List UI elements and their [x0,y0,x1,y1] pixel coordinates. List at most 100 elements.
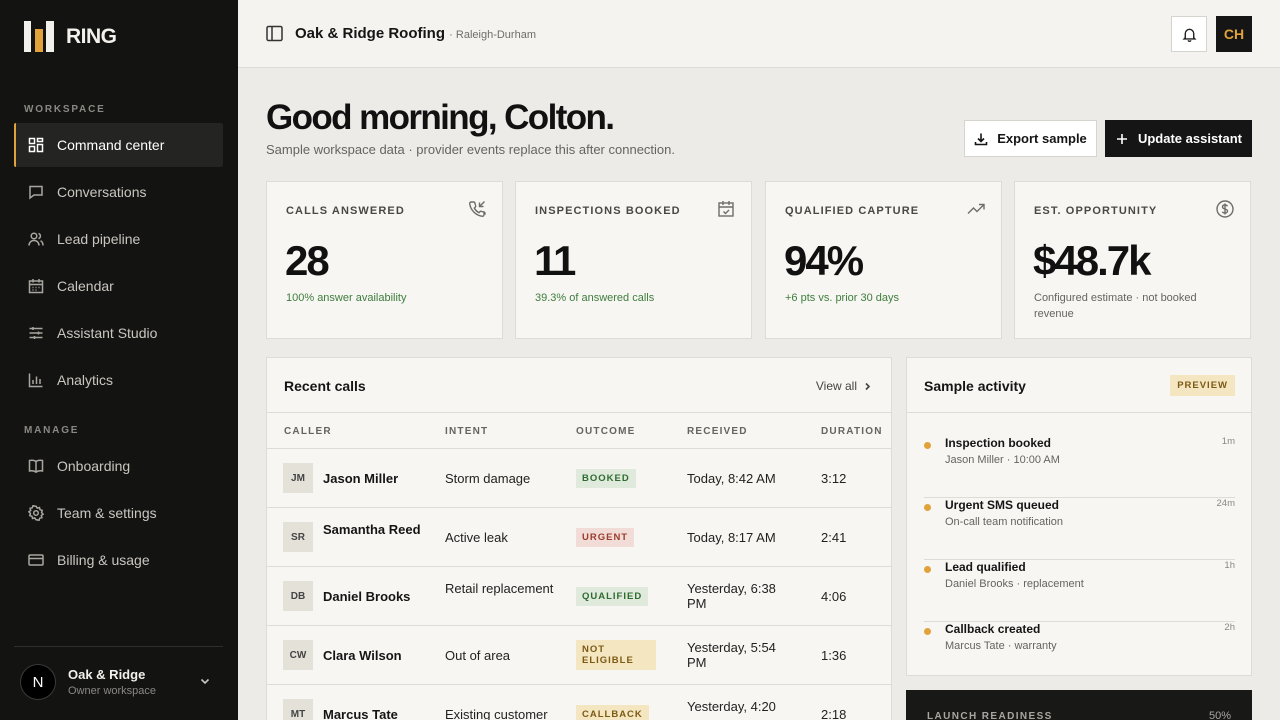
call-duration: 2:41 [821,530,847,545]
org-title: Oak & Ridge Roofing · Raleigh-Durham [295,25,536,42]
recent-calls-title: Recent calls [284,378,366,394]
column-header-caller[interactable]: CALLER [284,426,332,437]
call-received: Yesterday, 5:54 PM [687,640,776,670]
activity-detail: Marcus Tate · warranty [945,640,1057,652]
page-title: Good morning, Colton. [266,98,615,137]
sidebar-item-lead-pipeline[interactable]: Lead pipeline [14,217,223,261]
stat-value: 11 [534,237,576,284]
view-all-label: View all [815,379,857,393]
org-location: · Raleigh-Durham [449,29,536,41]
column-header-outcome[interactable]: OUTCOME [576,426,636,437]
topbar: Oak & Ridge Roofing · Raleigh-Durham CH [238,0,1280,68]
stat-label: QUALIFIED CAPTURE [785,205,920,217]
brand-logo[interactable]: RING [24,21,117,52]
activity-item[interactable]: Callback created Marcus Tate · warranty … [924,622,1235,684]
sidebar-divider [14,646,223,647]
column-header-duration[interactable]: DURATION [821,426,883,437]
table-header: CALLER INTENT OUTCOME RECEIVED DURATION [267,412,891,449]
org-name: Oak & Ridge Roofing [295,25,445,42]
outcome-badge: BOOKED [576,469,636,488]
workspace-section-label: WORKSPACE [24,104,106,115]
table-row[interactable]: CW Clara Wilson Out of area NOT ELIGIBLE… [267,626,891,685]
sidebar-item-label: Calendar [57,278,114,294]
chevron-right-icon [865,382,871,390]
call-received: Yesterday, 4:20 [687,699,776,714]
sidebar-item-assistant-studio[interactable]: Assistant Studio [14,311,223,355]
activity-time: 2h [1224,622,1235,633]
launch-readiness-label: LAUNCH READINESS [927,711,1053,720]
activity-item[interactable]: Inspection booked Jason Miller · 10:00 A… [924,436,1235,498]
sidebar-item-team-settings[interactable]: Team & settings [14,491,223,535]
activity-time: 1m [1221,436,1235,447]
caller-name: Clara Wilson [323,648,402,663]
activity-title: Urgent SMS queued [945,498,1060,512]
status-dot [924,504,931,511]
update-assistant-label: Update assistant [1137,131,1243,146]
export-sample-button[interactable]: Export sample [964,120,1097,157]
activity-detail: Daniel Brooks · replacement [945,578,1084,590]
stat-card-qualified-capture: QUALIFIED CAPTURE 94% +6 pts vs. prior 3… [765,181,1002,339]
activity-time: 24m [1216,498,1235,509]
sidebar-item-label: Onboarding [57,458,131,474]
bar-chart-icon [28,373,43,388]
page-subtitle: Sample workspace data · provider events … [266,142,675,157]
workspace-switcher[interactable]: N Oak & Ridge Owner workspace [14,656,223,708]
activity-title: Inspection booked [945,436,1052,450]
stat-label: EST. OPPORTUNITY [1034,205,1158,217]
sidebar-item-analytics[interactable]: Analytics [14,358,223,402]
status-dot [924,442,931,449]
user-avatar[interactable]: CH [1216,16,1252,52]
update-assistant-button[interactable]: Update assistant [1105,120,1252,157]
column-header-received[interactable]: RECEIVED [687,426,748,437]
activity-item[interactable]: Urgent SMS queued On-call team notificat… [924,498,1235,560]
activity-title: Lead qualified [945,560,1026,574]
recent-calls-panel: Recent calls View all CALLER INTENT OUTC… [266,357,892,720]
sidebar-item-onboarding[interactable]: Onboarding [14,444,223,488]
activity-item[interactable]: Lead qualified Daniel Brooks · replaceme… [924,560,1235,622]
sidebar-item-conversations[interactable]: Conversations [14,170,223,214]
sidebar-item-label: Conversations [57,184,147,200]
manage-section-label: MANAGE [24,425,80,436]
sidebar-item-label: Command center [57,137,165,153]
panel-divider [907,412,1251,413]
stat-value: $48.7k [1033,237,1151,284]
call-intent: Storm damage [445,471,531,486]
table-row[interactable]: MT Marcus Tate Existing customer CALLBAC… [267,685,891,720]
call-intent: Active leak [445,530,508,545]
sidebar-item-billing-usage[interactable]: Billing & usage [14,538,223,582]
notifications-button[interactable] [1171,16,1207,52]
sidebar-item-command-center[interactable]: Command center [14,123,223,167]
sidebar-item-calendar[interactable]: Calendar [14,264,223,308]
download-icon [974,133,988,145]
sidebar-toggle-icon[interactable] [266,25,283,42]
status-dot [924,628,931,635]
table-row[interactable]: DB Daniel Brooks Retail replacement QUAL… [267,567,891,626]
view-all-link[interactable]: View all [816,379,872,393]
brand-name: RING [66,24,117,48]
outcome-badge: URGENT [576,528,635,547]
column-header-intent[interactable]: INTENT [445,426,488,437]
caller-name: Jason Miller [323,471,399,486]
sidebar-item-label: Billing & usage [57,552,150,568]
plus-icon [1116,133,1127,144]
status-dot [924,566,931,573]
bell-icon [1181,28,1197,42]
outcome-badge: QUALIFIED [576,587,649,606]
call-duration: 2:18 [821,707,847,720]
stat-value: 94% [784,237,864,284]
phone-incoming-icon [469,201,486,217]
caller-initials: DB [283,581,313,611]
call-intent: Out of area [445,648,511,663]
caller-initials: JM [283,463,313,493]
stat-note: +6 pts vs. prior 30 days [785,292,900,304]
table-row[interactable]: SR Samantha Reed Active leak URGENT Toda… [267,508,891,567]
caller-name: Marcus Tate [323,707,398,720]
dollar-circle-icon [1216,200,1234,218]
workspace-avatar: N [20,664,56,700]
caller-name: Samantha Reed [323,522,421,537]
sidebar-item-label: Team & settings [57,505,157,521]
call-intent: Existing customer [445,707,548,720]
stat-card-est-opportunity: EST. OPPORTUNITY $48.7k Configured estim… [1014,181,1251,339]
sidebar-item-label: Assistant Studio [57,325,158,341]
table-row[interactable]: JM Jason Miller Storm damage BOOKED Toda… [267,449,891,508]
